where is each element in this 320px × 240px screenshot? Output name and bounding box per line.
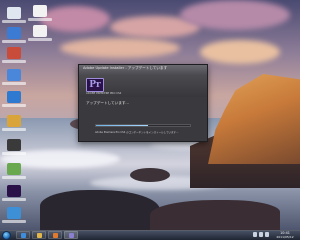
progress-fill bbox=[96, 125, 148, 126]
sunlit-cliff bbox=[208, 74, 300, 164]
desktop-icon-label bbox=[2, 198, 26, 201]
taskbar-button[interactable] bbox=[32, 231, 46, 239]
progress-bar bbox=[95, 124, 191, 127]
desktop-icon[interactable] bbox=[2, 26, 26, 46]
taskbar-button[interactable] bbox=[64, 231, 78, 239]
clock-date: 2011/05/12 bbox=[276, 235, 294, 239]
premiere-pro-icon bbox=[7, 185, 21, 197]
sea-rock bbox=[130, 168, 170, 182]
system-tray[interactable] bbox=[252, 232, 270, 238]
desktop-icon-label bbox=[2, 40, 26, 43]
app-icon bbox=[7, 115, 21, 127]
desktop-icon[interactable] bbox=[2, 68, 26, 88]
desktop-icon[interactable] bbox=[2, 184, 26, 204]
taskbar-ie-icon bbox=[21, 233, 26, 238]
tray-network-icon[interactable] bbox=[259, 232, 263, 237]
shortcut-icon bbox=[7, 27, 21, 39]
progress-detail-text: Adobe Premiere Pro CS4 のコンポーネントをインストールして… bbox=[95, 131, 179, 134]
cloud bbox=[180, 0, 290, 30]
desktop-icon-label bbox=[2, 176, 26, 179]
app-icon bbox=[7, 207, 21, 219]
shore-rocks bbox=[40, 190, 160, 230]
product-name: ADOBE PREMIERE PRO CS4 bbox=[86, 92, 122, 95]
shore-rocks bbox=[150, 200, 280, 230]
tray-volume-icon[interactable] bbox=[265, 232, 269, 237]
status-text: アップデートしています... bbox=[86, 101, 129, 105]
cloud bbox=[60, 38, 180, 58]
tray-flag-icon[interactable] bbox=[253, 232, 257, 237]
desktop-icon-label bbox=[28, 38, 52, 41]
premiere-pro-logo: Pr bbox=[86, 78, 104, 92]
windows-orb-icon bbox=[2, 230, 11, 240]
document-icon bbox=[33, 25, 47, 37]
desktop-icon[interactable] bbox=[28, 24, 52, 44]
desktop-icon-label bbox=[28, 18, 52, 21]
desktop-icon-label bbox=[2, 82, 26, 85]
app-icon bbox=[7, 69, 21, 81]
app-icon bbox=[7, 139, 21, 151]
window-titlebar[interactable]: Adobe Update Installer - アップデートしています bbox=[79, 65, 207, 75]
desktop-icon[interactable] bbox=[2, 90, 26, 110]
document-icon bbox=[33, 5, 47, 17]
installer-window[interactable]: Adobe Update Installer - アップデートしています Pr … bbox=[78, 64, 208, 142]
taskbar-button[interactable] bbox=[16, 231, 30, 239]
desktop-icon[interactable] bbox=[2, 114, 26, 134]
taskbar-explorer-icon bbox=[37, 233, 42, 238]
desktop-icon-label bbox=[2, 60, 26, 63]
app-icon bbox=[7, 91, 21, 103]
cloud bbox=[200, 40, 280, 64]
app-icon bbox=[7, 163, 21, 175]
desktop-icon[interactable] bbox=[2, 138, 26, 158]
desktop-icon[interactable] bbox=[2, 6, 26, 26]
start-button[interactable] bbox=[1, 230, 12, 240]
desktop-icon[interactable] bbox=[2, 162, 26, 182]
desktop-icon-label bbox=[2, 20, 26, 23]
taskbar-installer-icon bbox=[69, 233, 74, 238]
desktop-icon[interactable] bbox=[2, 206, 26, 226]
recycle-bin-icon bbox=[7, 7, 21, 19]
taskbar-button[interactable] bbox=[48, 231, 62, 239]
app-icon bbox=[7, 47, 21, 59]
taskbar-media-player-icon bbox=[53, 233, 58, 238]
desktop-icon[interactable] bbox=[28, 4, 52, 24]
desktop-icon-label bbox=[2, 152, 26, 155]
desktop-icon[interactable] bbox=[2, 46, 26, 66]
window-title: Adobe Update Installer - アップデートしています bbox=[83, 66, 168, 70]
desktop-icon-label bbox=[2, 128, 26, 131]
desktop-icon-label bbox=[2, 104, 26, 107]
desktop-icon-label bbox=[2, 220, 26, 223]
taskbar-clock[interactable]: 10:41 2011/05/12 bbox=[270, 231, 300, 240]
